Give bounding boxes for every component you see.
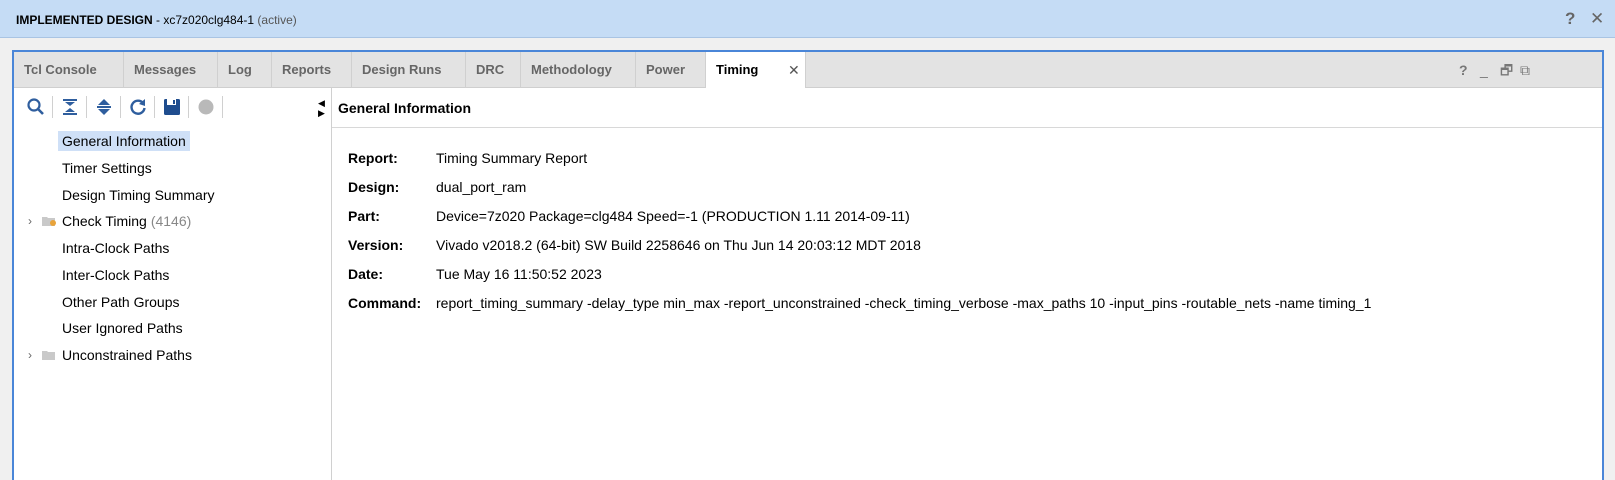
tree-item-label: Inter-Clock Paths [62, 267, 170, 283]
tab-label: Methodology [531, 62, 612, 77]
collapse-panel-arrows[interactable]: ◀ ▶ [318, 98, 325, 118]
tab-label: Design Runs [362, 62, 442, 77]
toolbar-separator [52, 96, 53, 118]
tab-log[interactable]: Log [218, 52, 272, 88]
info-value: Timing Summary Report [436, 150, 588, 166]
tab-label: Messages [134, 62, 197, 77]
tab-tcl-console[interactable]: Tcl Console [14, 52, 124, 88]
info-value: report_timing_summary -delay_type min_ma… [436, 295, 1372, 311]
tab-label: Reports [282, 62, 332, 77]
tree-item-timer-settings[interactable]: Timer Settings [58, 157, 156, 179]
info-row-design: Design: dual_port_ram [348, 176, 526, 198]
tab-timing[interactable]: Timing ✕ [706, 52, 806, 89]
info-row-command: Command: report_timing_summary -delay_typ… [348, 292, 1371, 314]
tab-reports[interactable]: Reports [272, 52, 352, 88]
refresh-icon[interactable] [128, 97, 148, 117]
toolbar-separator [222, 96, 223, 118]
panel-title: General Information [332, 88, 1602, 128]
minimize-icon[interactable]: _ [1480, 52, 1488, 88]
info-value: Device=7z020 Package=clg484 Speed=-1 (PR… [436, 208, 910, 224]
window-titlebar: IMPLEMENTED DESIGN - xc7z020clg484-1 (ac… [0, 0, 1615, 38]
tree-item-label: Other Path Groups [62, 294, 180, 310]
tab-label: Power [646, 62, 686, 77]
timing-window-frame: Tcl Console Messages Log Reports Design … [12, 50, 1604, 480]
info-row-part: Part: Device=7z020 Package=clg484 Speed=-… [348, 205, 910, 227]
count-badge: (4146) [150, 213, 192, 229]
chevron-right-icon[interactable]: › [28, 344, 32, 366]
save-icon[interactable] [162, 97, 182, 117]
tree-item-label: Timer Settings [62, 160, 152, 176]
tab-label: Tcl Console [24, 62, 97, 77]
info-key: Part: [348, 208, 380, 224]
tree-item-design-timing-summary[interactable]: Design Timing Summary [58, 184, 219, 206]
help-icon[interactable]: ? [1565, 9, 1575, 29]
window-title-main: IMPLEMENTED DESIGN [16, 13, 153, 27]
folder-icon [42, 351, 55, 360]
toolbar-separator [120, 96, 121, 118]
tab-label: Log [228, 62, 252, 77]
search-icon[interactable] [26, 97, 46, 117]
chevron-right-icon[interactable]: › [28, 210, 32, 232]
tree-item-label: User Ignored Paths [62, 320, 183, 336]
toolbar-separator [154, 96, 155, 118]
toolbar-separator [86, 96, 87, 118]
tab-methodology[interactable]: Methodology [521, 52, 636, 88]
tree-item-general-information[interactable]: General Information [58, 130, 190, 152]
close-tab-icon[interactable]: ✕ [788, 52, 800, 88]
info-value: Vivado v2018.2 (64-bit) SW Build 2258646… [436, 237, 921, 253]
expand-all-icon[interactable] [94, 97, 114, 117]
toolbar-separator [188, 96, 189, 118]
tree-item-label: General Information [58, 131, 190, 151]
tab-power[interactable]: Power [636, 52, 706, 88]
general-information-panel: General Information Report: Timing Summar… [332, 88, 1602, 480]
collapse-all-icon[interactable] [60, 97, 80, 117]
tab-bar: Tcl Console Messages Log Reports Design … [14, 52, 1602, 89]
tab-messages[interactable]: Messages [124, 52, 218, 88]
tree-item-label: Design Timing Summary [62, 187, 215, 203]
stop-icon[interactable] [196, 97, 216, 117]
tree-item-label: Unconstrained Paths [62, 347, 192, 363]
info-key: Date: [348, 266, 384, 282]
tab-design-runs[interactable]: Design Runs [352, 52, 466, 88]
info-key: Command: [348, 295, 422, 311]
info-value: dual_port_ram [436, 179, 527, 195]
restore-icon[interactable]: 🗗 [1500, 52, 1513, 88]
tab-label: DRC [476, 62, 505, 77]
folder-warning-icon [42, 217, 56, 226]
help-icon[interactable]: ? [1459, 52, 1468, 88]
tree-item-other-path-groups[interactable]: Other Path Groups [58, 291, 184, 313]
tree-item-inter-clock-paths[interactable]: Inter-Clock Paths [58, 264, 173, 286]
tree-item-label: Check Timing [62, 213, 147, 229]
tree-item-check-timing[interactable]: › Check Timing (4146) [14, 210, 314, 232]
info-row-version: Version: Vivado v2018.2 (64-bit) SW Build… [348, 234, 921, 256]
info-row-report: Report: Timing Summary Report [348, 147, 587, 169]
info-row-date: Date: Tue May 16 11:50:52 2023 [348, 263, 602, 285]
float-icon[interactable]: ⧉ [1520, 52, 1530, 88]
tree-item-user-ignored-paths[interactable]: User Ignored Paths [58, 317, 187, 339]
tab-drc[interactable]: DRC [466, 52, 521, 88]
window-title-part: - xc7z020clg484-1 [152, 13, 255, 27]
info-key: Report: [348, 150, 398, 166]
window-title-status: (active) [257, 13, 297, 27]
info-value: Tue May 16 11:50:52 2023 [436, 266, 602, 282]
close-icon[interactable]: ✕ [1590, 9, 1604, 29]
tree-item-label: Intra-Clock Paths [62, 240, 170, 256]
tree-item-intra-clock-paths[interactable]: Intra-Clock Paths [58, 237, 173, 259]
tree-toolbar: ◀ ▶ [14, 88, 332, 124]
tree-item-unconstrained-paths[interactable]: › Unconstrained Paths [14, 344, 314, 366]
report-tree-panel: ◀ ▶ General Information Timer Settings De… [14, 88, 332, 480]
info-key: Version: [348, 237, 404, 253]
window-title: IMPLEMENTED DESIGN - xc7z020clg484-1 (ac… [16, 13, 297, 27]
tab-label: Timing [716, 62, 759, 77]
info-key: Design: [348, 179, 400, 195]
